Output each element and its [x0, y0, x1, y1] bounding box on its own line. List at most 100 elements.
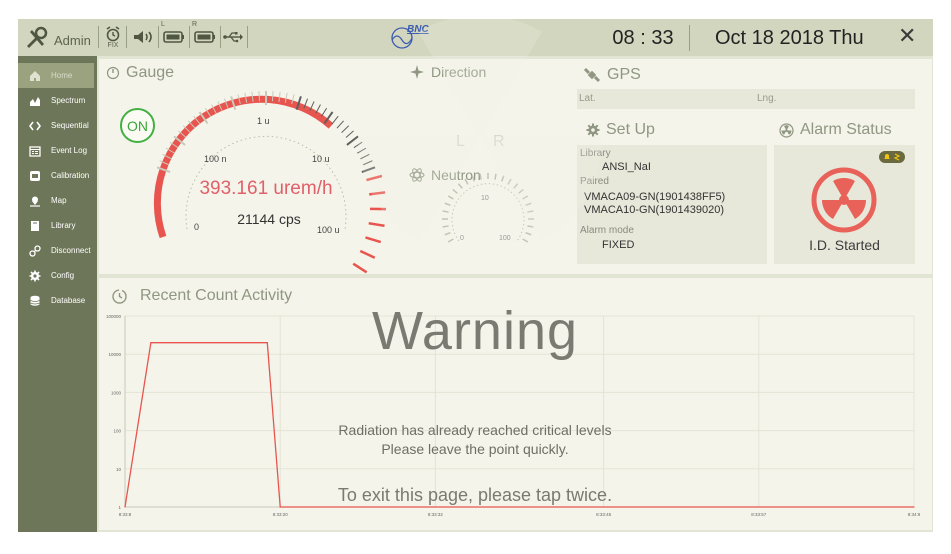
neutron-scale-label: 10: [481, 195, 489, 202]
neutron-tick: [471, 175, 476, 182]
neutron-tick: [494, 173, 497, 180]
sidebar-item-map[interactable]: Map: [18, 188, 94, 213]
sequential-icon: [28, 119, 42, 133]
neutron-tick: [457, 183, 463, 189]
x-tick-label: 8:33:57: [751, 512, 767, 517]
neutron-tick: [447, 195, 454, 200]
header-divider: [689, 25, 690, 51]
neutron-ticks: [442, 173, 534, 243]
paired-label: Paired: [580, 176, 609, 187]
disconnect-icon: [28, 244, 42, 258]
warning-title: Warning: [371, 301, 579, 361]
setup-title: Set Up: [586, 121, 655, 139]
neutron-tick: [507, 178, 512, 185]
sidebar-item-config[interactable]: Config: [18, 263, 94, 288]
battery-right-label: R: [192, 21, 198, 28]
neutron-scale-label: 0: [460, 235, 464, 242]
speaker-icon[interactable]: [130, 23, 156, 51]
data-point: [913, 506, 915, 508]
alarm-clock-icon[interactable]: FIX: [102, 23, 124, 51]
home-icon: [28, 69, 42, 83]
database-icon: [28, 294, 42, 308]
gps-title: GPS: [583, 66, 641, 84]
data-point: [266, 342, 268, 344]
header-divider: [126, 26, 127, 48]
neutron-tick: [527, 225, 534, 228]
header-divider: [189, 26, 190, 48]
alarm-badge: [879, 151, 905, 163]
data-point: [150, 342, 152, 344]
sidebar-item-event-log[interactable]: Event Log: [18, 138, 94, 163]
gps-coordinates: Lat. Lng.: [577, 89, 915, 109]
sidebar-item-label: Event Log: [51, 146, 88, 155]
library-value: ANSI_NaI: [602, 161, 651, 173]
sidebar-item-spectrum[interactable]: Spectrum: [18, 88, 94, 113]
y-tick-label: 10000: [108, 352, 121, 357]
status-bar: Admin FIX L R BNC 08 : 33 Oct 18 2018 Th…: [18, 19, 933, 56]
y-tick-label: 10: [116, 467, 122, 472]
neutron-tick: [518, 188, 524, 194]
x-tick-label: 8:34:9: [908, 512, 921, 517]
book-icon: [28, 219, 42, 233]
alarm-status-box: I.D. Started: [774, 145, 915, 264]
neutron-tick: [442, 225, 449, 228]
neutron-tick: [444, 231, 451, 236]
neutron-tick: [527, 210, 534, 213]
alarm-mode-value: FIXED: [602, 239, 635, 251]
data-point: [124, 506, 126, 508]
longitude-label: Lng.: [757, 93, 777, 104]
sidebar-item-sequential[interactable]: Sequential: [18, 113, 94, 138]
x-tick-label: 8:33:20: [273, 512, 289, 517]
neutron-tick: [525, 231, 532, 236]
neutron-scale-label: 100: [499, 235, 511, 242]
sidebar-item-label: Map: [51, 196, 67, 205]
battery-left-icon: L: [161, 21, 187, 51]
y-tick-label: 1000: [111, 390, 122, 395]
x-tick-label: 8:33:45: [596, 512, 612, 517]
x-tick-label: 8:33:8: [119, 512, 132, 517]
sidebar-item-disconnect[interactable]: Disconnect: [18, 238, 94, 263]
neutron-tick: [522, 238, 529, 243]
sidebar-item-library[interactable]: Library: [18, 213, 94, 238]
sidebar-item-database[interactable]: Database: [18, 288, 94, 313]
warning-message: Please leave the point quickly.: [381, 441, 569, 457]
close-button[interactable]: ✕: [898, 23, 916, 49]
admin-user-button[interactable]: Admin: [18, 19, 95, 56]
clock: 08 : 33: [612, 27, 674, 49]
x-tick-label: 8:33:32: [428, 512, 444, 517]
logo-text: BNC: [407, 24, 429, 35]
battery-right-icon: R: [192, 21, 218, 51]
exit-hint[interactable]: To exit this page, please tap twice.: [260, 485, 690, 506]
bell-icon: [883, 148, 891, 166]
neutron-tick: [442, 210, 449, 213]
neutron-tick: [525, 202, 532, 207]
setup-info: Library ANSI_NaI Paired VMACA09-GN(19014…: [577, 145, 767, 264]
sidebar-item-label: Calibration: [51, 171, 90, 180]
alarm-status-text: I.D. Started: [809, 237, 880, 253]
paired-device: VMACA10-GN(1901439020): [584, 204, 725, 216]
paired-device: VMACA09-GN(1901438FF5): [584, 191, 726, 203]
header-divider: [158, 26, 159, 48]
neutron-tick: [444, 202, 451, 207]
header-divider: [98, 26, 99, 48]
sidebar-item-home[interactable]: Home: [18, 63, 94, 88]
calendar-icon: [28, 144, 42, 158]
admin-tools-icon: [27, 26, 48, 48]
library-label: Library: [580, 148, 611, 159]
latitude-label: Lat.: [579, 93, 596, 104]
radiation-alarm-icon: [811, 167, 877, 233]
warning-message: Radiation has already reached critical l…: [338, 422, 612, 438]
sidebar-item-label: Sequential: [51, 121, 89, 130]
spectrum-icon: [28, 94, 42, 108]
gear-icon: [28, 269, 42, 283]
sidebar-item-calibration[interactable]: Calibration: [18, 163, 94, 188]
radiation-icon: [779, 122, 794, 138]
neutron-tick: [513, 183, 519, 189]
neutron-tick: [447, 238, 454, 243]
date: Oct 18 2018 Thu: [715, 27, 864, 49]
neutron-tick: [452, 188, 458, 194]
sidebar: Home Spectrum Sequential Event Log Calib…: [18, 56, 94, 532]
neutron-tick: [464, 178, 469, 185]
usb-icon: [222, 23, 244, 51]
map-pin-icon: [28, 194, 42, 208]
